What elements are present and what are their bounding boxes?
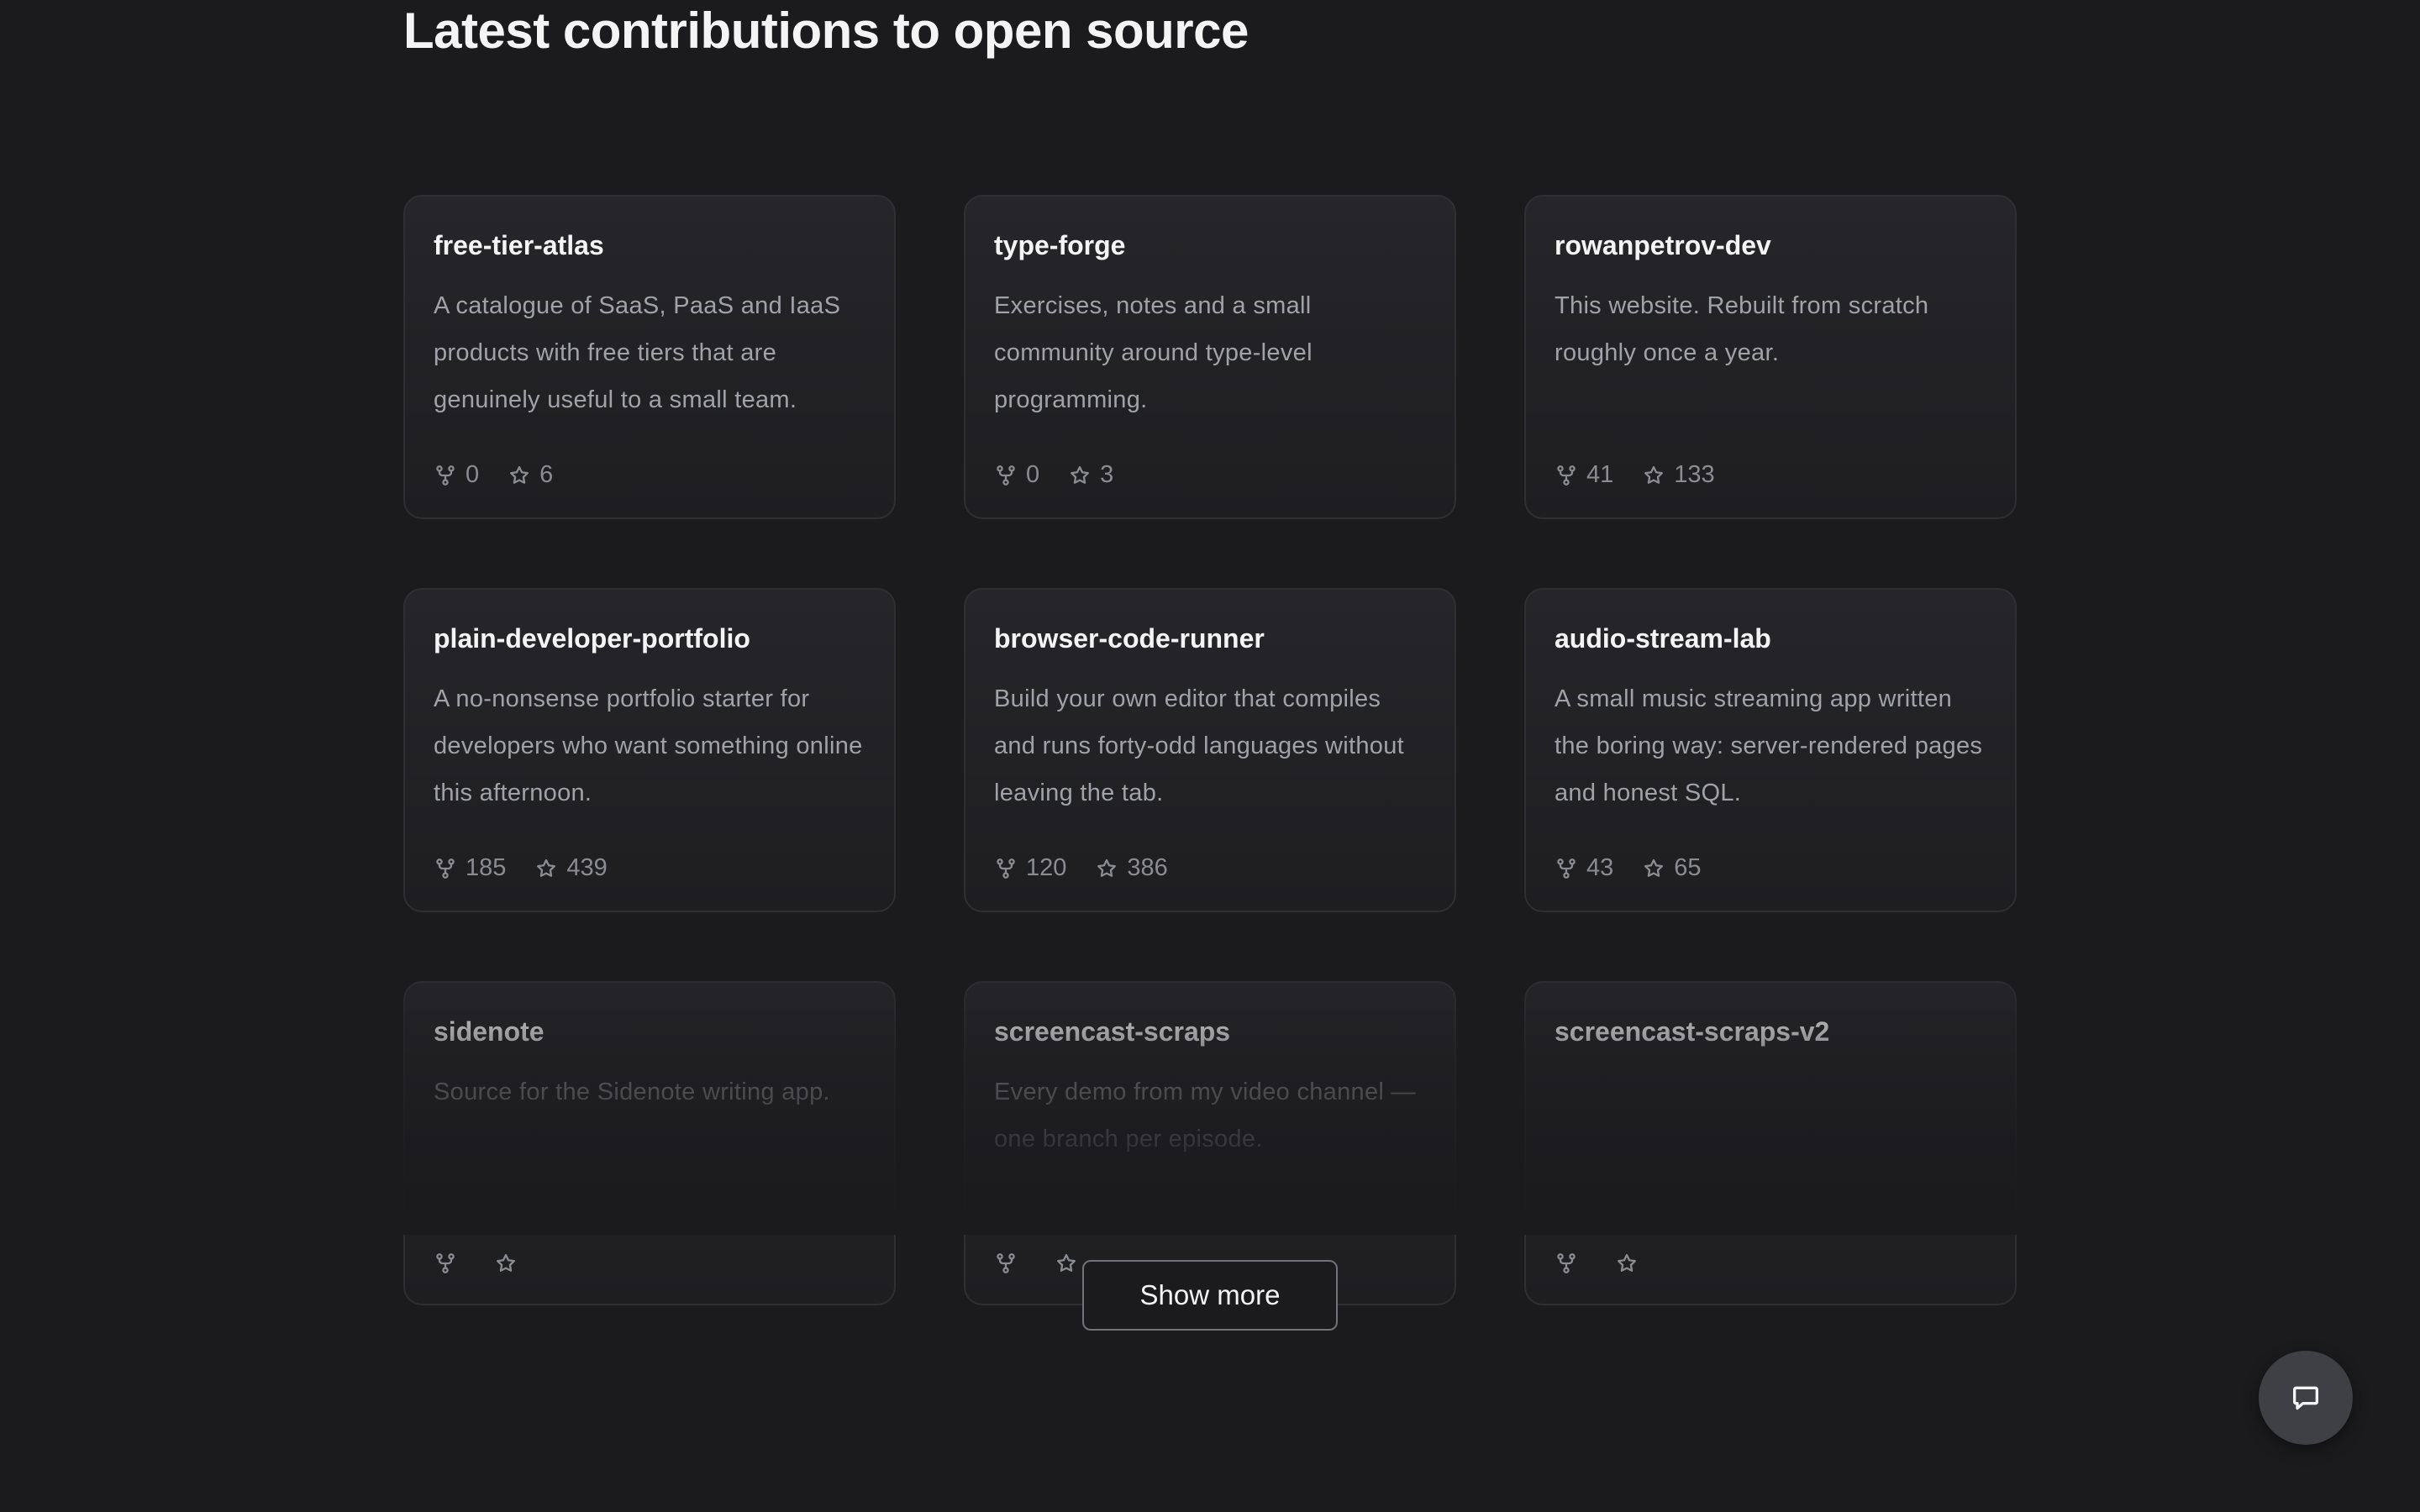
- repo-stats: [1555, 1252, 1676, 1275]
- repo-name[interactable]: screencast-scraps: [994, 1015, 1426, 1048]
- chat-bubble-icon: [2293, 1386, 2318, 1410]
- repo-description: Every demo from my video channel — one b…: [994, 1079, 1416, 1152]
- star-count: 439: [534, 854, 608, 882]
- repo-name[interactable]: free-tier-atlas: [434, 228, 865, 262]
- star-icon: [497, 1253, 515, 1272]
- repo-description: Source for the Sidenote writing app.: [434, 1079, 830, 1105]
- repo-description: [1555, 1068, 1986, 1210]
- page: Latest contributions to open source free…: [0, 0, 2420, 1512]
- star-count-value: 65: [1674, 854, 1702, 881]
- star-count: [494, 1252, 526, 1275]
- repo-name[interactable]: rowanpetrov-dev: [1555, 228, 1986, 262]
- fork-icon: [997, 858, 1015, 879]
- fork-icon: [997, 1253, 1015, 1273]
- fork-count: 0: [434, 461, 479, 489]
- star-count: 3: [1068, 461, 1113, 489]
- fork-count-value: 0: [1026, 461, 1040, 488]
- repo-name[interactable]: plain-developer-portfolio: [434, 622, 865, 655]
- repo-card[interactable]: screencast-scraps Every demo from my vid…: [964, 981, 1456, 1305]
- chat-button[interactable]: [2259, 1351, 2353, 1445]
- repo-stats: 0 6: [434, 461, 581, 489]
- star-icon: [510, 465, 529, 484]
- fork-count-value: 41: [1586, 461, 1614, 488]
- repo-card[interactable]: free-tier-atlas A catalogue of SaaS, Paa…: [403, 195, 896, 519]
- fork-icon: [1557, 465, 1576, 486]
- star-count: [1615, 1252, 1647, 1275]
- star-icon: [1644, 858, 1664, 877]
- repo-card[interactable]: rowanpetrov-dev This website. Rebuilt fr…: [1524, 195, 2017, 519]
- star-count: 65: [1642, 854, 1702, 882]
- repo-card[interactable]: plain-developer-portfolio A no-nonsense …: [403, 588, 896, 912]
- fork-count: [1555, 1252, 1586, 1275]
- star-count-value: 6: [539, 461, 554, 488]
- fork-count: [434, 1252, 466, 1275]
- fork-icon: [436, 1253, 455, 1273]
- star-count-value: 386: [1127, 854, 1168, 881]
- repo-description: Build your own editor that compiles and …: [994, 685, 1404, 806]
- fork-count: 43: [1555, 854, 1613, 882]
- fork-count-value: 120: [1026, 854, 1067, 881]
- repo-name[interactable]: audio-stream-lab: [1555, 622, 1986, 655]
- repo-stats: 41 133: [1555, 461, 1744, 489]
- star-icon: [1097, 858, 1117, 877]
- star-count-value: 439: [566, 854, 608, 881]
- section-title: Latest contributions to open source: [403, 3, 1249, 59]
- repo-stats: 185 439: [434, 854, 636, 882]
- repo-description: This website. Rebuilt from scratch rough…: [1555, 292, 1929, 366]
- fork-icon: [1557, 858, 1576, 879]
- repo-description: Exercises, notes and a small community a…: [994, 292, 1313, 413]
- show-more-button[interactable]: Show more: [1082, 1260, 1338, 1331]
- repo-card[interactable]: type-forge Exercises, notes and a small …: [964, 195, 1456, 519]
- fork-count: 120: [994, 854, 1066, 882]
- star-icon: [1644, 465, 1664, 484]
- star-icon: [1618, 1253, 1636, 1272]
- repo-name[interactable]: type-forge: [994, 228, 1426, 262]
- repo-stats: 0 3: [994, 461, 1142, 489]
- repo-card[interactable]: sidenote Source for the Sidenote writing…: [403, 981, 896, 1305]
- fork-icon: [997, 465, 1015, 486]
- repo-name[interactable]: screencast-scraps-v2: [1555, 1015, 1986, 1048]
- star-count: 386: [1095, 854, 1168, 882]
- fork-icon: [436, 465, 455, 486]
- fork-count: [994, 1252, 1026, 1275]
- repo-name[interactable]: sidenote: [434, 1015, 865, 1048]
- fork-count-value: 0: [466, 461, 480, 488]
- repo-name[interactable]: browser-code-runner: [994, 622, 1426, 655]
- fork-icon: [1557, 1253, 1576, 1273]
- star-count-value: 133: [1674, 461, 1715, 488]
- fork-count: 41: [1555, 461, 1613, 489]
- repo-stats: [434, 1252, 555, 1275]
- fork-icon: [436, 858, 455, 879]
- fork-count-value: 185: [466, 854, 507, 881]
- repo-stats: 120 386: [994, 854, 1197, 882]
- repo-card[interactable]: screencast-scraps-v2: [1524, 981, 2017, 1305]
- star-count: 6: [508, 461, 553, 489]
- repo-stats: 43 65: [1555, 854, 1730, 882]
- fork-count-value: 43: [1586, 854, 1614, 881]
- repo-description: A no-nonsense portfolio starter for deve…: [434, 685, 863, 806]
- star-icon: [537, 858, 556, 877]
- star-count: 133: [1642, 461, 1715, 489]
- star-icon: [1057, 1253, 1076, 1272]
- repo-card[interactable]: audio-stream-lab A small music streaming…: [1524, 588, 2017, 912]
- repo-card[interactable]: browser-code-runner Build your own edito…: [964, 588, 1456, 912]
- star-icon: [1071, 465, 1090, 484]
- repo-description: A catalogue of SaaS, PaaS and IaaS produ…: [434, 292, 841, 413]
- repo-grid: free-tier-atlas A catalogue of SaaS, Paa…: [403, 195, 2017, 1305]
- repo-description: A small music streaming app written the …: [1555, 685, 1983, 806]
- fork-count: 0: [994, 461, 1039, 489]
- star-count-value: 3: [1100, 461, 1114, 488]
- fork-count: 185: [434, 854, 506, 882]
